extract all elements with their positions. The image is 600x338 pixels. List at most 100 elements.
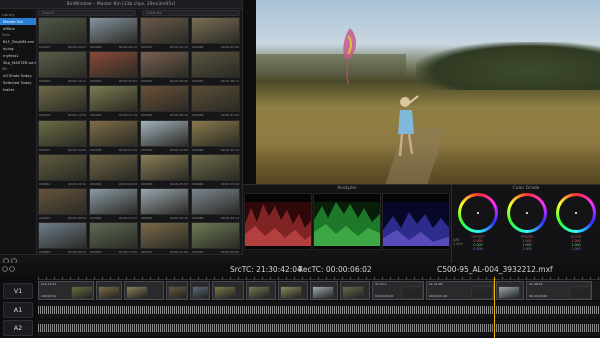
clip-thumbnail[interactable]: 000041 00:00:19:22 [38,153,87,188]
clip-thumbnail-image[interactable] [140,17,189,44]
clip-thumbnail[interactable]: 000046 00:00:23:27 [89,187,138,222]
slope-wheel[interactable]: SLOPE 1.000 1.000 1.000 [554,193,598,261]
clip-thumbnail-image[interactable] [140,222,189,250]
sidebar-item[interactable]: Master Bin [0,18,36,25]
clip-thumbnail[interactable]: 000025 00:00:32:01 [38,17,87,51]
clip-thumbnail[interactable]: 000044 00:00:13:16 [191,153,240,188]
clip-thumbnail-image[interactable] [191,222,240,250]
sidebar-item[interactable]: BLF_SkipNM.xml [0,38,36,45]
clip-thumbnail-image[interactable] [38,51,87,79]
clip-thumbnail[interactable]: 000051 00:00:21:09 [140,222,189,256]
clip-thumbnail[interactable]: 000028 00:00:05:08 [191,17,240,51]
playhead[interactable] [494,277,495,338]
clip-thumbnail[interactable]: 000029 00:00:14:17 [38,51,87,85]
timeline-clip[interactable] [96,281,122,300]
clip-thumbnail-image[interactable] [140,153,189,181]
clip-thumbnail[interactable]: 000039 00:00:12:05 [140,119,189,154]
timeline-clip[interactable]: 21.30.1 00:00:03:00 [372,281,424,300]
clip-thumbnail-image[interactable] [89,51,138,79]
sidebar-item[interactable]: Selected Today [0,79,36,86]
track-label-a1[interactable]: A1 [3,302,33,318]
audio-track-a2[interactable] [38,320,600,336]
clip-thumbnail[interactable]: 000027 00:00:41:12 [140,17,189,51]
timeline-clip[interactable]: 21.28.49 00:00:00:00 [526,281,592,300]
clip-thumbnail-image[interactable] [191,187,240,215]
clip-thumbnail-image[interactable] [140,85,189,113]
timeline-clip[interactable] [212,281,244,300]
clip-thumbnail[interactable]: 000026 00:00:08:22 [89,17,138,51]
clip-thumbnail-image[interactable] [38,17,87,44]
clip-thumbnail[interactable]: 000050 00:00:17:20 [89,222,138,256]
timeline-clip[interactable] [310,281,338,300]
sidebar-item[interactable]: All Shots Today [0,72,36,79]
clip-thumbnail-image[interactable] [89,17,138,44]
clip-duration: 00:00:22:03 [118,79,137,84]
clip-thumbnail[interactable]: 000043 00:00:25:07 [140,153,189,188]
clip-thumbnail-image[interactable] [191,119,240,147]
power-wheel[interactable]: POWER 1.000 1.000 1.000 [505,193,549,261]
clip-thumbnail[interactable]: 000040 00:00:20:13 [191,119,240,154]
clip-thumbnail-image[interactable] [191,51,240,79]
timeline-clip[interactable] [124,281,164,300]
clip-thumbnail-image[interactable] [38,187,87,215]
timeline-clip[interactable] [278,281,308,300]
clip-thumbnail[interactable]: 000034 00:00:27:19 [89,85,138,119]
clip-thumbnail[interactable]: 000047 00:00:10:10 [140,187,189,222]
clip-thumbnail[interactable]: 000032 00:00:18:11 [191,51,240,85]
timeline-clip[interactable]: 112.12.27 c00:00:01 [38,281,94,300]
clip-thumbnail-image[interactable] [140,51,189,79]
clip-thumbnail[interactable]: 000049 00:00:08:03 [38,222,87,256]
clip-thumbnail[interactable]: 000042 00:00:04:18 [89,153,138,188]
clip-thumbnail-image[interactable] [140,187,189,215]
clip-thumbnail-image[interactable] [89,119,138,147]
sidebar-item[interactable]: dying [0,45,36,52]
clip-thumbnail[interactable]: 000030 00:00:22:03 [89,51,138,85]
clip-thumbnail-image[interactable] [140,119,189,147]
clip-thumbnail[interactable]: 000048 00:00:29:14 [191,187,240,222]
color-wheel-icon[interactable] [507,193,547,233]
timeline-ruler[interactable] [38,277,600,280]
timeline-clip[interactable] [496,281,524,300]
order-by-input[interactable]: Order By [142,10,240,16]
timeline[interactable]: V1 A1 A2 112.12.27 c00:00:01 21.30.1 00:00:… [0,277,600,338]
clip-thumbnail-image[interactable] [89,85,138,113]
clip-thumbnail-image[interactable] [191,85,240,113]
clip-thumbnail[interactable]: 000052 00:00:06:06 [191,222,240,256]
clip-thumbnail[interactable]: 000045 00:00:16:02 [38,187,87,222]
sidebar-item[interactable]: myfest1 [0,52,36,59]
color-wheel-icon[interactable] [458,193,498,233]
clip-thumbnail-image[interactable] [38,222,87,250]
timeline-clip[interactable]: 21.31.08 00:00:01:00 [426,281,494,300]
track-label-a2[interactable]: A2 [3,320,33,336]
saturation-readout[interactable]: SAT 1.000 [453,238,463,246]
clip-thumbnail-image[interactable] [89,187,138,215]
offset-wheel[interactable]: OFFSET 0.000 0.000 0.000 [456,193,500,261]
clip-thumbnail[interactable]: 000035 00:00:06:15 [140,85,189,119]
video-viewer[interactable] [256,0,600,184]
timeline-clip[interactable] [246,281,276,300]
timeline-clip[interactable] [166,281,188,300]
clip-thumbnail-image[interactable] [191,153,240,181]
clip-thumbnail-image[interactable] [89,222,138,250]
clip-thumbnail-image[interactable] [89,153,138,181]
clip-thumbnail-image[interactable] [38,85,87,113]
timeline-clip[interactable] [190,281,210,300]
timeline-clip[interactable] [340,281,370,300]
sidebar-item[interactable]: Skp_MASTER.xml [0,59,36,66]
clip-thumbnail[interactable]: 000031 00:00:09:26 [140,51,189,85]
sidebar-item[interactable]: trailer [0,86,36,93]
sidebar-item[interactable]: offline [0,25,36,32]
clip-thumbnail[interactable]: 000037 00:00:15:09 [38,119,87,154]
clip-thumbnail[interactable]: 000033 00:00:11:04 [38,85,87,119]
clip-thumbnail[interactable]: 000038 00:00:07:24 [89,119,138,154]
track-label-v1[interactable]: V1 [3,283,33,299]
clip-thumbnail-image[interactable] [38,119,87,147]
audio-track-a1[interactable] [38,302,600,318]
clip-thumbnail-image[interactable] [191,17,240,44]
search-input[interactable]: Search [38,10,136,16]
video-track-v1[interactable]: 112.12.27 c00:00:01 21.30.1 00:00:03:00 21.3… [38,281,600,300]
clip-thumbnail[interactable]: 000036 00:00:31:02 [191,85,240,119]
transport-icons[interactable] [2,265,16,273]
color-wheel-icon[interactable] [556,193,596,233]
clip-thumbnail-image[interactable] [38,153,87,181]
